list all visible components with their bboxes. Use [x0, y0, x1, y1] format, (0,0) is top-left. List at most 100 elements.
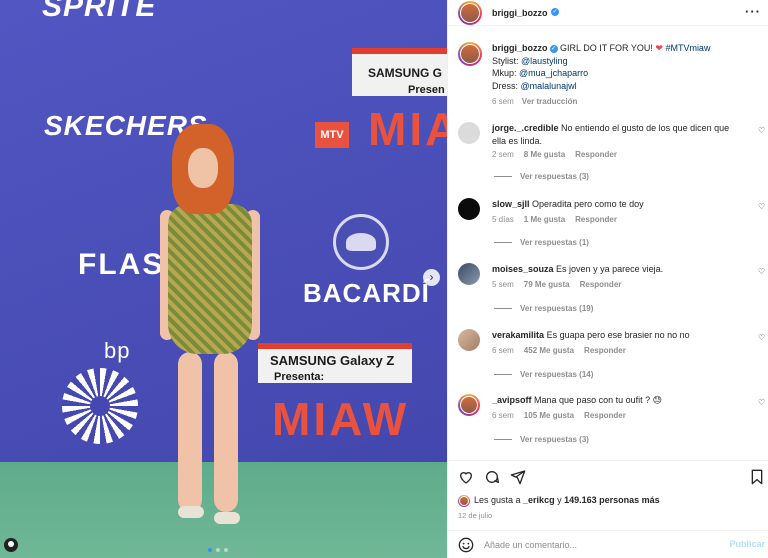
verified-badge-icon: ✓ — [549, 44, 558, 53]
comment-item: moises_souza Es joven y ya parece vieja.… — [458, 263, 768, 315]
reply-button[interactable]: Responder — [575, 150, 617, 159]
caption-username[interactable]: briggi_bozzo — [492, 43, 548, 53]
stylist-label: Stylist: — [492, 55, 522, 66]
post-date: 12 de julio — [458, 511, 493, 520]
dress-mention[interactable]: @malalunajwl — [521, 81, 577, 91]
shoe — [214, 512, 240, 524]
samsung-sign-top-line2: Presen — [408, 84, 445, 96]
comment-heart-icon[interactable]: ♡ — [758, 126, 765, 135]
view-replies-button[interactable]: Ver respuestas (3) — [494, 172, 589, 181]
comment-heart-icon[interactable]: ♡ — [758, 202, 765, 211]
comment-time: 6 sem — [492, 346, 514, 355]
view-replies-button[interactable]: Ver respuestas (14) — [494, 370, 593, 379]
comment-item: jorge._.credible No entiendo el gusto de… — [458, 122, 768, 182]
comment-item: verakamilita Es guapa pero ese brasier n… — [458, 329, 768, 381]
sequin-dress — [168, 204, 252, 354]
samsung-sign-top-line1: SAMSUNG G — [368, 66, 443, 80]
leg — [178, 352, 202, 512]
author-username[interactable]: briggi_bozzo — [492, 8, 548, 18]
comment-username[interactable]: _avipsoff — [492, 395, 532, 405]
liker-avatar[interactable] — [458, 495, 470, 507]
user-tags-icon[interactable] — [4, 538, 18, 552]
carousel-dots — [208, 548, 228, 552]
bp-sunflower-icon — [62, 368, 138, 444]
caption-avatar[interactable] — [458, 42, 482, 66]
see-translation-button[interactable]: Ver traducción — [522, 97, 578, 106]
comment-heart-icon[interactable]: ♡ — [758, 267, 765, 276]
caption-time: 6 sem — [492, 97, 514, 106]
comment-input[interactable] — [484, 537, 704, 553]
comment-text-block: _avipsoff Mana que paso con tu oufit ? 😓 — [492, 394, 742, 407]
comment-username[interactable]: moises_souza — [492, 264, 554, 274]
carousel-dot-active — [208, 548, 212, 552]
post-header: briggi_bozzo ✓ ··· — [448, 0, 768, 26]
caption-text: GIRL DO IT FOR YOU! — [560, 43, 656, 53]
avatar[interactable] — [458, 122, 480, 144]
author-avatar[interactable] — [458, 1, 482, 25]
comment-text: Es joven y ya parece vieja. — [556, 264, 664, 274]
red-heart-emoji-icon: ❤ — [655, 43, 663, 53]
bacardi-logo: BACARDÍ — [303, 278, 430, 308]
comment-text: Operadita pero como te doy — [532, 199, 644, 209]
comment-meta: 2 sem 8 Me gusta Responder — [492, 150, 617, 159]
leg — [214, 352, 238, 512]
samsung-sign-bottom: SAMSUNG Galaxy Z Presenta: — [258, 343, 412, 383]
woman-figure — [158, 124, 298, 524]
comment-text-block: slow_sjll Operadita pero como te doy — [492, 198, 742, 211]
view-replies-button[interactable]: Ver respuestas (3) — [494, 435, 589, 444]
comment-username[interactable]: jorge._.credible — [492, 123, 559, 133]
comment-meta: 5 días 1 Me gusta Responder — [492, 215, 617, 224]
mtv-logo: MTV — [315, 122, 349, 148]
samsung-sign-top: SAMSUNG G Presen — [352, 48, 447, 96]
reply-button[interactable]: Responder — [584, 346, 626, 355]
comment-like-count[interactable]: 1 Me gusta — [524, 215, 565, 224]
comment-heart-icon[interactable]: ♡ — [758, 333, 765, 342]
post-caption: briggi_bozzo ✓ GIRL DO IT FOR YOU! ❤ #MTV… — [492, 42, 760, 109]
more-options-icon[interactable]: ··· — [745, 4, 761, 19]
reply-button[interactable]: Responder — [575, 215, 617, 224]
comment-meta: 5 sem 79 Me gusta Responder — [492, 280, 621, 289]
comment-username[interactable]: slow_sjll — [492, 199, 530, 209]
likes-count-button[interactable]: 149.163 personas más — [564, 495, 660, 505]
reply-button[interactable]: Responder — [584, 411, 626, 420]
emoji-icon[interactable] — [458, 537, 474, 553]
comment-text: Es guapa pero ese brasier no no no — [546, 330, 690, 340]
reply-button[interactable]: Responder — [580, 280, 622, 289]
share-icon[interactable] — [510, 469, 526, 485]
comment-text: Mana que paso con tu oufit ? 😓 — [534, 395, 662, 405]
comment-username[interactable]: verakamilita — [492, 330, 544, 340]
samsung-sign-bottom-line2: Presenta: — [274, 371, 325, 383]
instagram-post-view: SPRITE SKECHERS FLASH BACARDÍ bp MTV MIA… — [0, 0, 768, 558]
comment-like-count[interactable]: 105 Me gusta — [524, 411, 574, 420]
view-replies-button[interactable]: Ver respuestas (19) — [494, 304, 593, 313]
heart-icon[interactable] — [458, 469, 474, 485]
avatar[interactable] — [458, 394, 480, 416]
comment-text-block: moises_souza Es joven y ya parece vieja. — [492, 263, 742, 276]
sprite-logo: SPRITE — [42, 0, 157, 23]
post-side-panel: briggi_bozzo ✓ ··· briggi_bozzo ✓ GIRL DO… — [447, 0, 768, 558]
carousel-dot — [224, 548, 228, 552]
avatar[interactable] — [458, 263, 480, 285]
bookmark-icon[interactable] — [750, 469, 764, 485]
liker-username[interactable]: _erikcg — [523, 495, 555, 505]
view-replies-button[interactable]: Ver respuestas (1) — [494, 238, 589, 247]
comment-like-count[interactable]: 8 Me gusta — [524, 150, 565, 159]
post-photo[interactable]: SPRITE SKECHERS FLASH BACARDÍ bp MTV MIA… — [0, 0, 447, 558]
comment-heart-icon[interactable]: ♡ — [758, 398, 765, 407]
comment-like-count[interactable]: 79 Me gusta — [524, 280, 570, 289]
stylist-mention[interactable]: @laustyling — [521, 56, 568, 66]
comment-meta: 6 sem 452 Me gusta Responder — [492, 346, 626, 355]
mkup-mention[interactable]: @mua_jchaparro — [519, 68, 588, 78]
carousel-dot — [216, 548, 220, 552]
post-actions-bar: Les gusta a _erikcg y 149.163 personas m… — [448, 460, 768, 530]
comment-icon[interactable] — [484, 469, 500, 485]
next-photo-chevron-icon[interactable]: › — [423, 269, 440, 286]
avatar[interactable] — [458, 198, 480, 220]
publish-button[interactable]: Publicar — [729, 539, 765, 549]
avatar[interactable] — [458, 329, 480, 351]
hashtag-link[interactable]: #MTVmiaw — [665, 43, 710, 53]
mkup-label: Mkup: — [492, 68, 520, 78]
face — [188, 148, 218, 188]
comment-like-count[interactable]: 452 Me gusta — [524, 346, 574, 355]
comment-item: _avipsoff Mana que paso con tu oufit ? 😓… — [458, 394, 768, 446]
